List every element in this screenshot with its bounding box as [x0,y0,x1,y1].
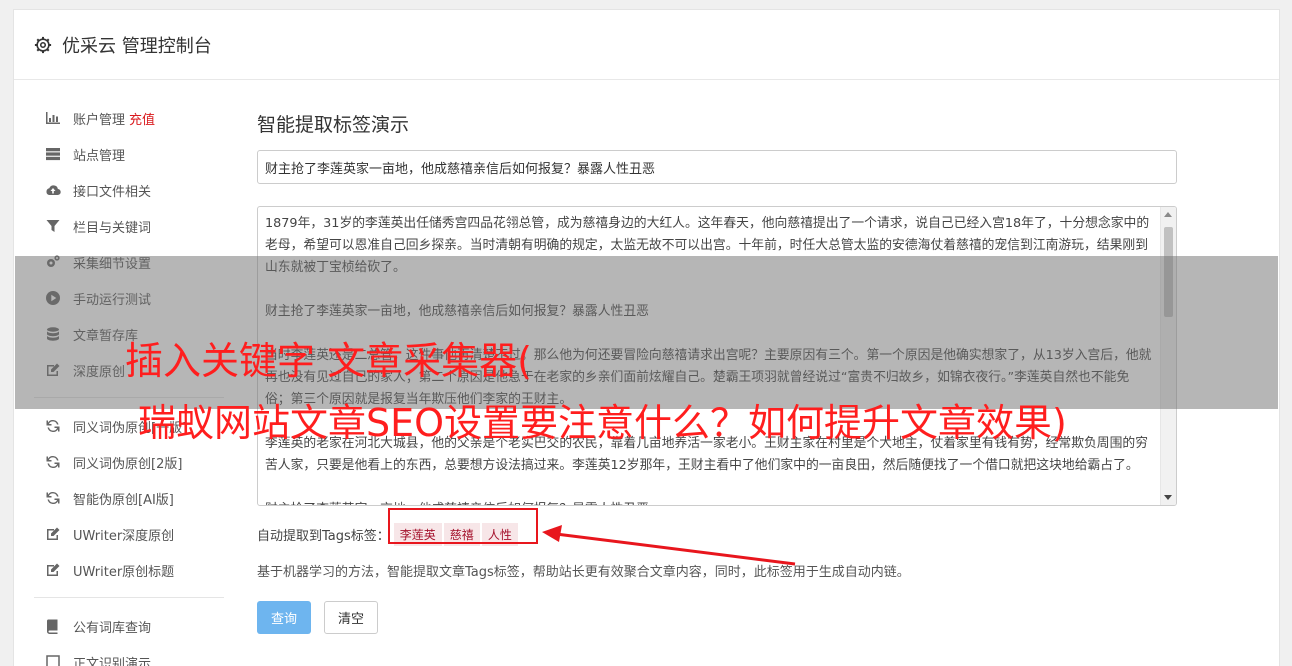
recharge-link[interactable]: 充值 [129,109,155,128]
cloud-upload-icon [44,181,62,199]
sidebar-item-synonym-v2[interactable]: 同义词伪原创[2版] [34,444,224,480]
filter-icon [44,217,62,235]
panel-header: 优采云 管理控制台 [14,10,1279,80]
server-icon [44,145,62,163]
sidebar-item-uwriter-title[interactable]: UWriter原创标题 [34,552,224,588]
sidebar-item-label: 智能伪原创[AI版] [73,492,174,508]
sidebar-item-uwriter-deep[interactable]: UWriter深度原创 [34,516,224,552]
sidebar-item-account[interactable]: 账户管理 充值 [34,100,224,136]
sidebar-item-text-recognition[interactable]: 正文识别演示 [34,644,224,666]
clear-button[interactable]: 清空 [324,601,378,634]
scroll-up-arrow-icon[interactable] [1164,212,1172,217]
query-button[interactable]: 查询 [257,601,311,634]
overlay-headline-line1: 插入关键字 文章采集器( [125,339,532,383]
sidebar-item-interface-files[interactable]: 接口文件相关 [34,172,224,208]
sidebar-item-label: 账户管理 [73,112,126,128]
edit-icon [44,561,62,579]
sidebar-item-label: 公有词库查询 [73,620,152,636]
annotation-arrow-icon [542,525,796,566]
sidebar-item-label: 站点管理 [73,148,126,164]
sidebar-item-smart-ai[interactable]: 智能伪原创[AI版] [34,480,224,516]
sidebar-item-label: 栏目与关键词 [73,220,152,236]
refresh-icon [44,453,62,471]
overlay-headline-line2: 瑞蚁网站文章SEO设置要注意什么？如何提升文章效果) [138,401,1067,445]
book-icon [44,617,62,635]
sidebar-divider [34,597,224,598]
refresh-icon [44,489,62,507]
tags-label: 自动提取到Tags标签： [257,528,390,544]
sidebar-item-sites[interactable]: 站点管理 [34,136,224,172]
edit-icon [44,525,62,543]
bar-chart-icon [44,109,62,127]
gear-icon [34,36,52,54]
refresh-icon [44,417,62,435]
section-heading: 智能提取标签演示 [257,114,410,136]
article-title-input[interactable] [257,150,1177,184]
page-title: 优采云 管理控制台 [62,35,212,57]
sidebar-item-public-lexicon[interactable]: 公有词库查询 [34,608,224,644]
sidebar-item-label: 正文识别演示 [73,656,152,666]
sidebar-item-label: 同义词伪原创[2版] [73,456,183,472]
button-group: 查询 清空 [257,601,1177,634]
sidebar-item-label: UWriter深度原创 [73,528,175,544]
square-icon [44,653,62,666]
sidebar-item-label: UWriter原创标题 [73,564,175,580]
scroll-down-arrow-icon[interactable] [1164,495,1172,500]
sidebar-item-columns-keywords[interactable]: 栏目与关键词 [34,208,224,244]
sidebar-item-label: 接口文件相关 [73,184,152,200]
highlight-box [388,508,538,544]
